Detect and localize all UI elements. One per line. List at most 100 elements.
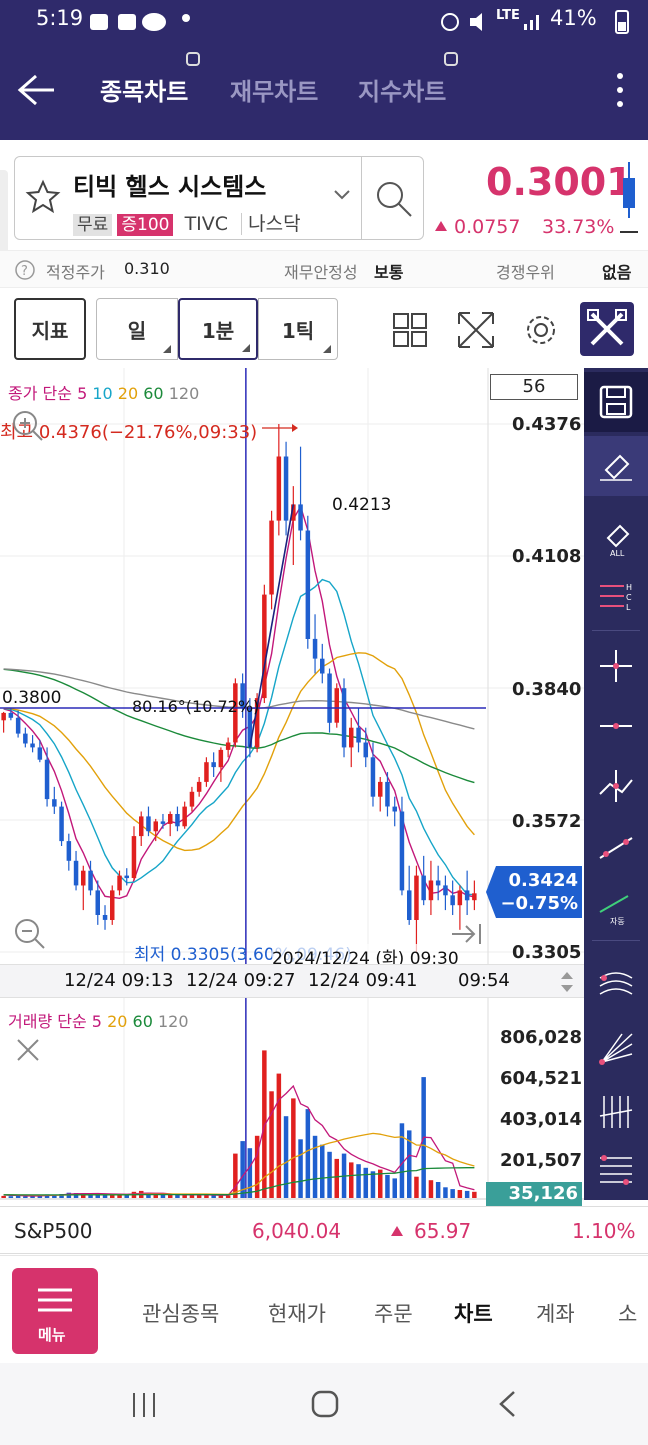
candle-body — [131, 836, 137, 878]
cycle-lines-button[interactable] — [584, 1082, 648, 1142]
candle-body — [218, 749, 224, 768]
period-minute-button[interactable]: 1분 — [178, 298, 258, 360]
volume-bar — [349, 1162, 354, 1198]
svg-text:?: ? — [21, 264, 28, 279]
period-tick-button[interactable]: 1틱 — [258, 298, 338, 360]
current-price: 0.3001 — [486, 160, 633, 204]
visible-count-box[interactable]: 56 — [490, 374, 578, 400]
price-change-pct: 33.73% — [542, 216, 615, 238]
index-ticker-bar[interactable]: S&P500 6,040.04 65.97 1.10% — [0, 1206, 648, 1254]
eraser-icon — [600, 454, 632, 481]
up-triangle-icon — [435, 221, 447, 231]
volume-bar — [363, 1167, 368, 1198]
cross-line-button[interactable] — [584, 636, 648, 696]
save-drawing-button[interactable] — [584, 372, 648, 432]
volume-bar — [254, 1135, 260, 1198]
nav-current-price[interactable]: 현재가 — [268, 1298, 326, 1328]
tab-financial-chart[interactable]: 재무차트 — [230, 72, 318, 107]
help-icon[interactable]: ? — [14, 259, 36, 281]
nav-watchlist[interactable]: 관심종목 — [142, 1298, 219, 1328]
search-button[interactable] — [361, 157, 425, 239]
point-label: 0.4213 — [332, 495, 392, 515]
zoom-in-icon[interactable] — [10, 408, 44, 442]
search-icon — [377, 182, 412, 217]
volume-bar — [392, 1178, 397, 1198]
hcl-lines-icon: HCL — [600, 583, 632, 612]
candle-body — [95, 890, 100, 915]
settings-gear-icon[interactable] — [522, 311, 560, 349]
index-change: 65.97 — [414, 1219, 472, 1243]
recent-apps-icon[interactable] — [130, 1391, 160, 1419]
time-tick: 12/24 09:41 — [308, 970, 418, 991]
competition-value: 없음 — [602, 263, 632, 282]
horizontal-line-button[interactable] — [584, 696, 648, 756]
fullscreen-icon[interactable] — [456, 310, 496, 350]
candle-body — [196, 781, 202, 792]
app-header: 5:19 LTE 41% 종목차트 재무차트 지수차트 — [0, 0, 648, 140]
panel-resize-icon[interactable] — [558, 968, 576, 996]
volume-bar — [23, 1196, 28, 1198]
candle-body — [283, 456, 289, 521]
candle-body — [370, 757, 376, 797]
drawer-handle[interactable] — [0, 170, 8, 256]
stability-value: 보통 — [374, 263, 404, 282]
stock-selector[interactable]: 티빅 헬스 시스템스 무료 증100 TIVC 나스닥 — [14, 156, 424, 240]
drawing-tool-rail: ALL HCL 자동 — [584, 368, 648, 1200]
nav-more-partial[interactable]: 소 — [618, 1298, 637, 1328]
hcl-lines-button[interactable]: HCL — [584, 566, 648, 626]
tab-badge-icon — [444, 52, 458, 66]
volume-bar — [276, 1073, 282, 1198]
time-tick: 09:54 — [458, 970, 510, 991]
fibonacci-button[interactable] — [584, 1140, 648, 1200]
candle-body — [88, 870, 93, 891]
layout-grid-icon[interactable] — [392, 312, 428, 348]
fair-price-label: 적정주가 — [46, 263, 105, 282]
trend-line-button[interactable] — [584, 816, 648, 876]
nav-account[interactable]: 계좌 — [536, 1298, 575, 1328]
svg-text:C: C — [626, 593, 632, 602]
scroll-to-end-icon[interactable] — [450, 920, 484, 948]
index-value: 6,040.04 — [252, 1219, 342, 1243]
tab-index-chart[interactable]: 지수차트 — [358, 72, 446, 107]
volume-bar — [320, 1144, 325, 1198]
candle-body — [305, 530, 311, 639]
eraser-button[interactable] — [584, 436, 648, 496]
volume-bar — [385, 1174, 390, 1198]
volume-bar — [298, 1139, 303, 1198]
candle-body — [399, 811, 405, 891]
back-icon[interactable] — [496, 1389, 518, 1419]
arc-tool-button[interactable] — [584, 954, 648, 1014]
candle-body — [312, 638, 318, 659]
nav-chart[interactable]: 차트 — [454, 1298, 493, 1328]
fan-tool-button[interactable] — [584, 1018, 648, 1078]
indicator-button[interactable]: 지표 — [14, 298, 86, 360]
erase-all-button[interactable]: ALL — [584, 508, 648, 568]
erase-all-icon: ALL — [606, 524, 630, 558]
chevron-down-icon[interactable] — [333, 189, 351, 201]
auto-trend-icon: 자동 — [599, 895, 629, 926]
svg-text:L: L — [626, 603, 631, 612]
zoom-out-icon[interactable] — [12, 916, 46, 950]
nav-order[interactable]: 주문 — [374, 1298, 413, 1328]
period-day-label: 일 — [127, 318, 147, 343]
back-arrow-icon[interactable] — [16, 72, 56, 108]
menu-button[interactable]: 메뉴 — [12, 1268, 98, 1354]
tab-stock-chart[interactable]: 종목차트 — [100, 72, 188, 107]
current-price-tag: 0.3424 −0.75% — [486, 866, 582, 918]
fan-lines-icon — [599, 1033, 633, 1065]
home-icon[interactable] — [310, 1389, 340, 1419]
drawing-tools-button[interactable] — [580, 302, 634, 356]
candle-body — [450, 895, 455, 906]
more-menu-icon[interactable] — [612, 70, 628, 110]
tab-badge-icon — [186, 52, 200, 66]
market: 나스닥 — [241, 213, 301, 235]
period-day-button[interactable]: 일 — [96, 298, 178, 360]
close-panel-icon[interactable] — [14, 1036, 42, 1064]
price-chart[interactable] — [0, 368, 584, 1200]
candle-body — [8, 712, 14, 718]
battery-icon — [615, 10, 629, 34]
auto-trend-button[interactable]: 자동 — [584, 876, 648, 936]
favorite-star-icon[interactable] — [25, 179, 61, 215]
vertical-line-button[interactable] — [584, 756, 648, 816]
indicator-label: 지표 — [31, 318, 69, 343]
